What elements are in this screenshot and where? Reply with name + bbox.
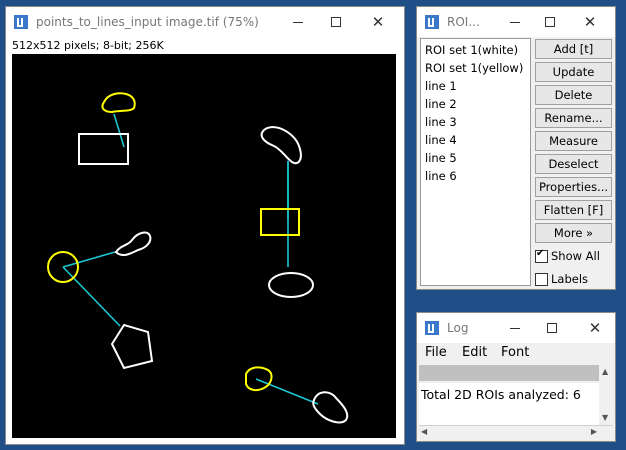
image-canvas[interactable]	[12, 54, 396, 438]
checkbox-checked-icon[interactable]	[535, 248, 548, 263]
roi-list-item[interactable]: line 1	[421, 77, 530, 95]
rename-button[interactable]: Rename...	[535, 108, 612, 128]
minimize-icon[interactable]	[288, 12, 308, 32]
deselect-button[interactable]: Deselect	[535, 154, 612, 174]
log-text-area[interactable]: Total 2D ROIs analyzed: 6	[419, 383, 613, 425]
labels-checkbox[interactable]: Labels	[535, 272, 588, 286]
image-window-title: points_to_lines_input image.tif (75%)	[36, 15, 259, 29]
add-button[interactable]: Add [t]	[535, 39, 612, 59]
properties-button[interactable]: Properties...	[535, 177, 612, 197]
roi-list-item[interactable]: line 5	[421, 149, 530, 167]
labels-label: Labels	[551, 272, 589, 286]
checkbox-unchecked-icon[interactable]	[535, 272, 548, 286]
scroll-down-icon[interactable]: ▼	[602, 413, 608, 422]
minimize-icon[interactable]	[505, 318, 525, 338]
delete-button[interactable]: Delete	[535, 85, 612, 105]
roi-list[interactable]: ROI set 1(white) ROI set 1(yellow) line …	[420, 38, 531, 286]
roi-manager-title: ROI...	[447, 15, 480, 29]
maximize-icon[interactable]	[540, 12, 560, 32]
menu-font[interactable]: Font	[501, 345, 529, 360]
imagej-icon	[425, 321, 439, 335]
roi-list-item[interactable]: ROI set 1(yellow)	[421, 59, 530, 77]
log-line: Total 2D ROIs analyzed: 6	[421, 387, 581, 402]
close-icon[interactable]: ✕	[580, 12, 600, 32]
roi-list-item[interactable]: line 4	[421, 131, 530, 149]
flatten-button[interactable]: Flatten [F]	[535, 200, 612, 220]
close-icon[interactable]: ✕	[585, 318, 605, 338]
scroll-right-icon[interactable]: ▶	[591, 427, 597, 436]
log-menubar: File Edit Font	[417, 343, 615, 363]
roi-list-item[interactable]: line 3	[421, 113, 530, 131]
image-window-titlebar[interactable]: points_to_lines_input image.tif (75%) ✕	[6, 7, 404, 37]
roi-list-item[interactable]: ROI set 1(white)	[421, 41, 530, 59]
menu-edit[interactable]: Edit	[462, 345, 487, 360]
log-window: Log ✕ File Edit Font Total 2D ROIs analy…	[416, 312, 616, 442]
vertical-scrollbar[interactable]: ▲ ▼	[599, 365, 613, 425]
image-window: points_to_lines_input image.tif (75%) ✕ …	[5, 6, 405, 445]
scroll-left-icon[interactable]: ◀	[421, 427, 427, 436]
menu-file[interactable]: File	[425, 345, 447, 360]
roi-manager-titlebar[interactable]: ROI... ✕	[417, 7, 615, 37]
close-icon[interactable]: ✕	[368, 12, 388, 32]
roi-list-item[interactable]: line 6	[421, 167, 530, 185]
imagej-icon	[14, 15, 28, 29]
update-button[interactable]: Update	[535, 62, 612, 82]
maximize-icon[interactable]	[542, 318, 562, 338]
maximize-icon[interactable]	[326, 12, 346, 32]
minimize-icon[interactable]	[505, 12, 525, 32]
imagej-icon	[425, 15, 439, 29]
more-button[interactable]: More »	[535, 223, 612, 243]
image-info: 512x512 pixels; 8-bit; 256K	[12, 39, 164, 52]
roi-manager-window: ROI... ✕ ROI set 1(white) ROI set 1(yell…	[416, 6, 616, 290]
log-status-strip	[419, 365, 599, 381]
scroll-up-icon[interactable]: ▲	[602, 367, 608, 376]
log-titlebar[interactable]: Log ✕	[417, 313, 615, 343]
horizontal-scrollbar[interactable]: ◀ ▶	[419, 425, 613, 440]
show-all-checkbox[interactable]: Show All	[535, 248, 600, 263]
log-title: Log	[447, 321, 469, 335]
measure-button[interactable]: Measure	[535, 131, 612, 151]
roi-list-item[interactable]: line 2	[421, 95, 530, 113]
show-all-label: Show All	[551, 249, 600, 263]
